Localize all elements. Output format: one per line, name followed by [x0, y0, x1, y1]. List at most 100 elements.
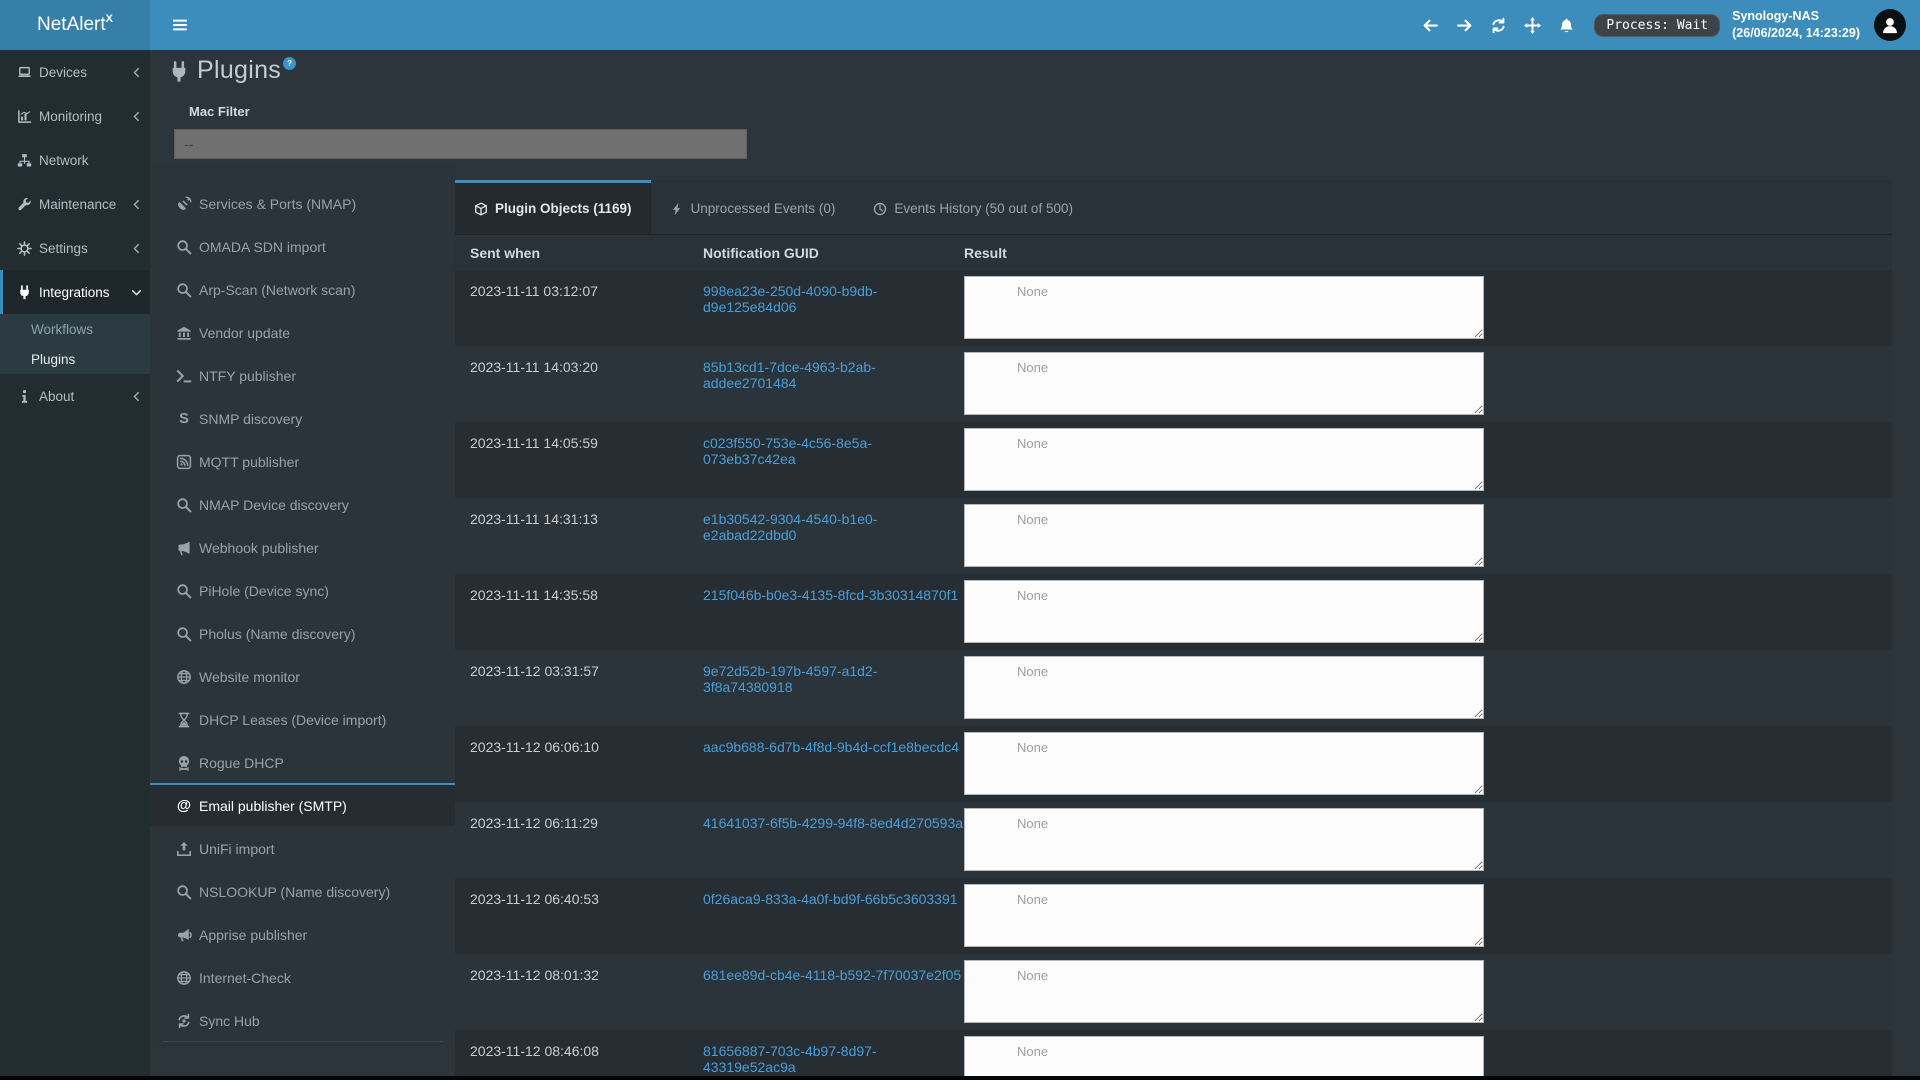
sidebar-toggle-button[interactable] — [163, 0, 197, 50]
sidebar-item-about[interactable]: About — [0, 374, 150, 418]
result-textarea[interactable] — [964, 504, 1484, 567]
move-icon[interactable] — [1524, 17, 1541, 34]
sent-when-cell: 2023-11-12 08:01:32 — [470, 954, 703, 1030]
megaphone-icon — [176, 540, 192, 556]
plugin-list-item[interactable]: MQTT publisher — [150, 439, 455, 482]
plugin-list-item[interactable]: NTFY publisher — [150, 353, 455, 396]
plugin-list-item[interactable]: Vendor update — [150, 310, 455, 353]
letter-s-icon: S — [176, 411, 192, 427]
magnifier-icon — [176, 884, 192, 900]
sidebar-item[interactable]: Network — [0, 138, 150, 182]
plugin-list-item[interactable]: PiHole (Device sync) — [150, 568, 455, 611]
result-textarea[interactable] — [964, 884, 1484, 947]
refresh-icon[interactable] — [1490, 17, 1507, 34]
arrow-left-icon[interactable] — [1422, 17, 1439, 34]
result-textarea[interactable] — [964, 960, 1484, 1023]
notification-guid-link[interactable]: 81656887-703c-4b97-8d97-43319e52ac9a — [703, 1043, 877, 1075]
sidebar-item[interactable]: Devices — [0, 50, 150, 94]
sidebar-item[interactable]: Settings — [0, 226, 150, 270]
bell-icon[interactable] — [1558, 17, 1575, 34]
plugin-list-panel: Services & Ports (NMAP) OMADA SDN import… — [150, 163, 455, 1048]
result-textarea[interactable] — [964, 656, 1484, 719]
notification-guid-link[interactable]: 0f26aca9-833a-4a0f-bd9f-66b5c3603391 — [703, 891, 958, 907]
host-info: Synology-NAS (26/06/2024, 14:23:29) — [1732, 8, 1860, 42]
arrow-right-icon[interactable] — [1456, 17, 1473, 34]
guid-cell: 41641037-6f5b-4299-94f8-8ed4d270593a — [703, 802, 964, 878]
tab[interactable]: Unprocessed Events (0) — [651, 180, 855, 234]
plugin-item-label: Apprise publisher — [199, 927, 307, 943]
result-cell — [964, 802, 1892, 878]
result-textarea[interactable] — [964, 352, 1484, 415]
sidebar-subitem[interactable]: Plugins — [0, 344, 150, 374]
sidebar-subitem[interactable]: Workflows — [0, 314, 150, 344]
clock-icon — [873, 202, 887, 216]
notification-guid-link[interactable]: 681ee89d-cb4e-4118-b592-7f70037e2f05 — [703, 967, 961, 983]
sent-when-cell: 2023-11-12 06:11:29 — [470, 802, 703, 878]
result-textarea[interactable] — [964, 428, 1484, 491]
app-logo[interactable]: NetAlertX — [0, 0, 150, 50]
help-badge[interactable]: ? — [283, 57, 296, 70]
sidebar-item[interactable]: Maintenance — [0, 182, 150, 226]
plugin-item-label: Email publisher (SMTP) — [199, 798, 347, 814]
chart-icon — [17, 109, 32, 124]
notification-guid-link[interactable]: 41641037-6f5b-4299-94f8-8ed4d270593a — [703, 815, 963, 831]
result-cell — [964, 878, 1892, 954]
result-textarea[interactable] — [964, 732, 1484, 795]
host-timestamp: (26/06/2024, 14:23:29) — [1732, 25, 1860, 42]
sidebar-item[interactable]: Monitoring — [0, 94, 150, 138]
table-header: Sent when Notification GUID Result — [455, 235, 1892, 270]
plugin-list-item[interactable]: OMADA SDN import — [150, 224, 455, 267]
result-cell — [964, 422, 1892, 498]
magnifier-icon — [176, 626, 192, 642]
top-navbar: NetAlertX Process: Wait Synology-NAS (26… — [0, 0, 1920, 50]
notification-guid-link[interactable]: 85b13cd1-7dce-4963-b2ab-addee2701484 — [703, 359, 876, 391]
tab[interactable]: Plugin Objects (1169) — [455, 180, 651, 234]
notification-guid-link[interactable]: 9e72d52b-197b-4597-a1d2-3f8a74380918 — [703, 663, 877, 695]
result-textarea[interactable] — [964, 580, 1484, 643]
notification-guid-link[interactable]: 215f046b-b0e3-4135-8fcd-3b30314870f1 — [703, 587, 958, 603]
plugin-item-label: MQTT publisher — [199, 454, 299, 470]
result-textarea[interactable] — [964, 1036, 1484, 1080]
guid-cell: 0f26aca9-833a-4a0f-bd9f-66b5c3603391 — [703, 878, 964, 954]
sent-when-cell: 2023-11-12 03:31:57 — [470, 650, 703, 726]
plugin-item-label: Pholus (Name discovery) — [199, 626, 355, 642]
mac-filter-input[interactable] — [174, 129, 747, 159]
tab[interactable]: Events History (50 out of 500) — [854, 180, 1092, 234]
plugin-list-item[interactable]: Rogue DHCP — [150, 740, 455, 783]
chevron-left-icon — [131, 243, 142, 254]
notification-guid-link[interactable]: c023f550-753e-4c56-8e5a-073eb37c42ea — [703, 435, 872, 467]
plug-icon — [168, 61, 190, 83]
result-cell — [964, 574, 1892, 650]
plugin-list-item[interactable]: Webhook publisher — [150, 525, 455, 568]
plugin-list-item[interactable]: Internet-Check — [150, 955, 455, 998]
plugin-list-item[interactable]: Services & Ports (NMAP) — [150, 181, 455, 224]
integrations-submenu: Workflows Plugins — [0, 314, 150, 374]
brand-name: NetAlert — [37, 14, 106, 36]
notification-guid-link[interactable]: e1b30542-9304-4540-b1e0-e2abad22dbd0 — [703, 511, 877, 543]
table-row: 2023-11-12 06:11:29 41641037-6f5b-4299-9… — [455, 802, 1892, 878]
plugin-item-label: NMAP Device discovery — [199, 497, 349, 513]
user-avatar[interactable] — [1874, 9, 1906, 41]
plugin-list-item[interactable]: Website monitor — [150, 654, 455, 697]
plugin-item-label: DHCP Leases (Device import) — [199, 712, 386, 728]
plugin-list-item[interactable]: NMAP Device discovery — [150, 482, 455, 525]
plugin-list-item[interactable]: DHCP Leases (Device import) — [150, 697, 455, 740]
notification-guid-link[interactable]: aac9b688-6d7b-4f8d-9b4d-ccf1e8becdc4 — [703, 739, 959, 755]
plugin-list-item[interactable]: S SNMP discovery — [150, 396, 455, 439]
magnifier-icon — [176, 282, 192, 298]
plugin-list-item[interactable]: UniFi import — [150, 826, 455, 869]
result-textarea[interactable] — [964, 276, 1484, 339]
plugin-list-item[interactable]: @ Email publisher (SMTP) — [150, 783, 455, 826]
plugin-list-item[interactable]: Apprise publisher — [150, 912, 455, 955]
hamburger-icon — [172, 18, 188, 32]
plugin-list-item[interactable]: Sync Hub — [150, 998, 455, 1041]
column-header-notification-guid: Notification GUID — [703, 245, 964, 261]
guid-cell: 81656887-703c-4b97-8d97-43319e52ac9a — [703, 1030, 964, 1080]
result-textarea[interactable] — [964, 808, 1484, 871]
plugin-list-item[interactable]: Arp-Scan (Network scan) — [150, 267, 455, 310]
tab-label: Unprocessed Events (0) — [691, 201, 836, 216]
notification-guid-link[interactable]: 998ea23e-250d-4090-b9db-d9e125e84d06 — [703, 283, 877, 315]
sidebar-item[interactable]: Integrations — [0, 270, 150, 314]
plugin-list-item[interactable]: Pholus (Name discovery) — [150, 611, 455, 654]
plugin-list-item[interactable]: NSLOOKUP (Name discovery) — [150, 869, 455, 912]
